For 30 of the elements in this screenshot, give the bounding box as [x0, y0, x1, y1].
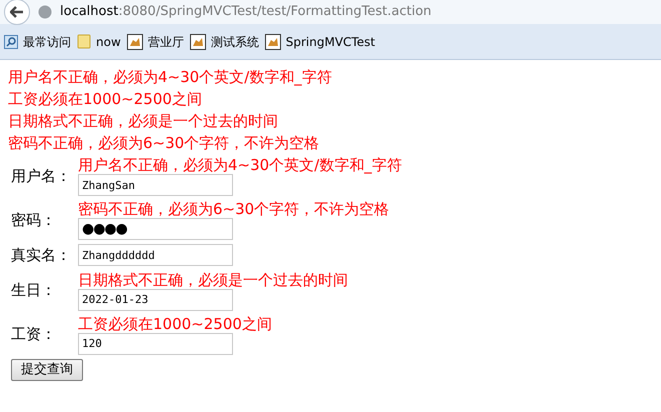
- error-message: 工资必须在1000~2500之间: [8, 89, 203, 110]
- field-label: 密码：: [10, 210, 57, 231]
- input-field[interactable]: 2022-01-23: [78, 288, 233, 310]
- error-message: 日期格式不正确，必须是一个过去的时间: [8, 111, 279, 132]
- field-error: 密码不正确，必须为6~30个字符，不许为空格: [78, 200, 390, 218]
- field-label: 用户名：: [10, 166, 72, 187]
- field-error: 日期格式不正确，必须是一个过去的时间: [78, 270, 348, 288]
- field-label: 工资：: [10, 324, 57, 346]
- input-field[interactable]: 120: [78, 332, 233, 354]
- search-icon: [4, 34, 18, 48]
- submit-button[interactable]: 提交查询: [11, 358, 83, 380]
- bookmark-item[interactable]: 最常访问: [4, 32, 71, 50]
- field-error: 用户名不正确，必须为4~30个英文/数字和_字符: [78, 156, 402, 174]
- bookmark-item[interactable]: now: [77, 32, 121, 50]
- back-button[interactable]: [4, 0, 30, 25]
- field-error: 工资必须在1000~2500之间: [78, 314, 272, 332]
- url-text[interactable]: localhost:8080/SpringMVCTest/test/FormattingTest.action: [60, 2, 432, 22]
- error-message: 用户名不正确，必须为4~30个英文/数字和_字符: [8, 67, 333, 88]
- bookmark-item[interactable]: 营业厅: [126, 32, 184, 50]
- input-field[interactable]: ZhangSan: [78, 174, 233, 196]
- folder-icon: [77, 34, 91, 49]
- bookmark-item[interactable]: 测试系统: [190, 32, 259, 50]
- field-label: 真实名：: [10, 245, 72, 266]
- globe-icon: [38, 5, 52, 19]
- field-label: 生日：: [10, 280, 57, 302]
- input-field[interactable]: Zhangdddddd: [78, 244, 233, 266]
- error-message: 密码不正确，必须为6~30个字符，不许为空格: [8, 133, 320, 154]
- password-field[interactable]: ●●●●: [78, 218, 233, 240]
- bookmark-item[interactable]: SpringMVCTest: [264, 32, 376, 50]
- back-arrow-icon: [10, 6, 24, 18]
